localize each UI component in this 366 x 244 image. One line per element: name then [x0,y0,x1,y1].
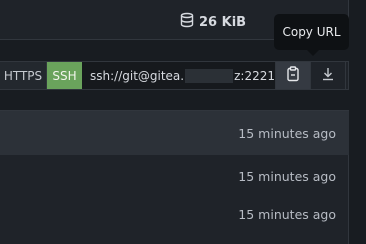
copy-url-button[interactable] [276,62,311,89]
repo-size-value: 26 KiB [199,14,247,30]
repo-size-stat[interactable]: 26 KiB [179,12,246,32]
clone-url-suffix: z:2221 [234,68,275,83]
redacted-host [185,68,234,83]
list-item[interactable]: 15 minutes ago [0,196,349,232]
database-icon [179,12,195,32]
download-icon [320,66,336,86]
ssh-button[interactable]: SSH [47,62,82,89]
file-list: 15 minutes ago 15 minutes ago 15 minutes… [0,110,349,244]
list-item[interactable]: 15 minutes ago [0,111,349,155]
clone-url-input[interactable]: ssh://git@gitea. z:2221 [82,62,276,89]
clipboard-icon [285,65,301,86]
commit-time: 15 minutes ago [238,125,336,141]
clone-panel: HTTPS SSH ssh://git@gitea. z:2221 [0,61,349,90]
commit-time: 15 minutes ago [238,206,336,222]
repo-page: 26 KiB HTTPS SSH ssh://git@gitea. z:2221 [0,0,366,244]
download-button[interactable] [311,62,346,89]
commit-time: 15 minutes ago [238,168,336,184]
list-item[interactable]: 15 minutes ago [0,158,349,194]
clone-url-prefix: ssh://git@gitea. [90,68,185,83]
copy-url-tooltip: Copy URL [274,14,349,56]
https-button[interactable]: HTTPS [0,62,47,89]
